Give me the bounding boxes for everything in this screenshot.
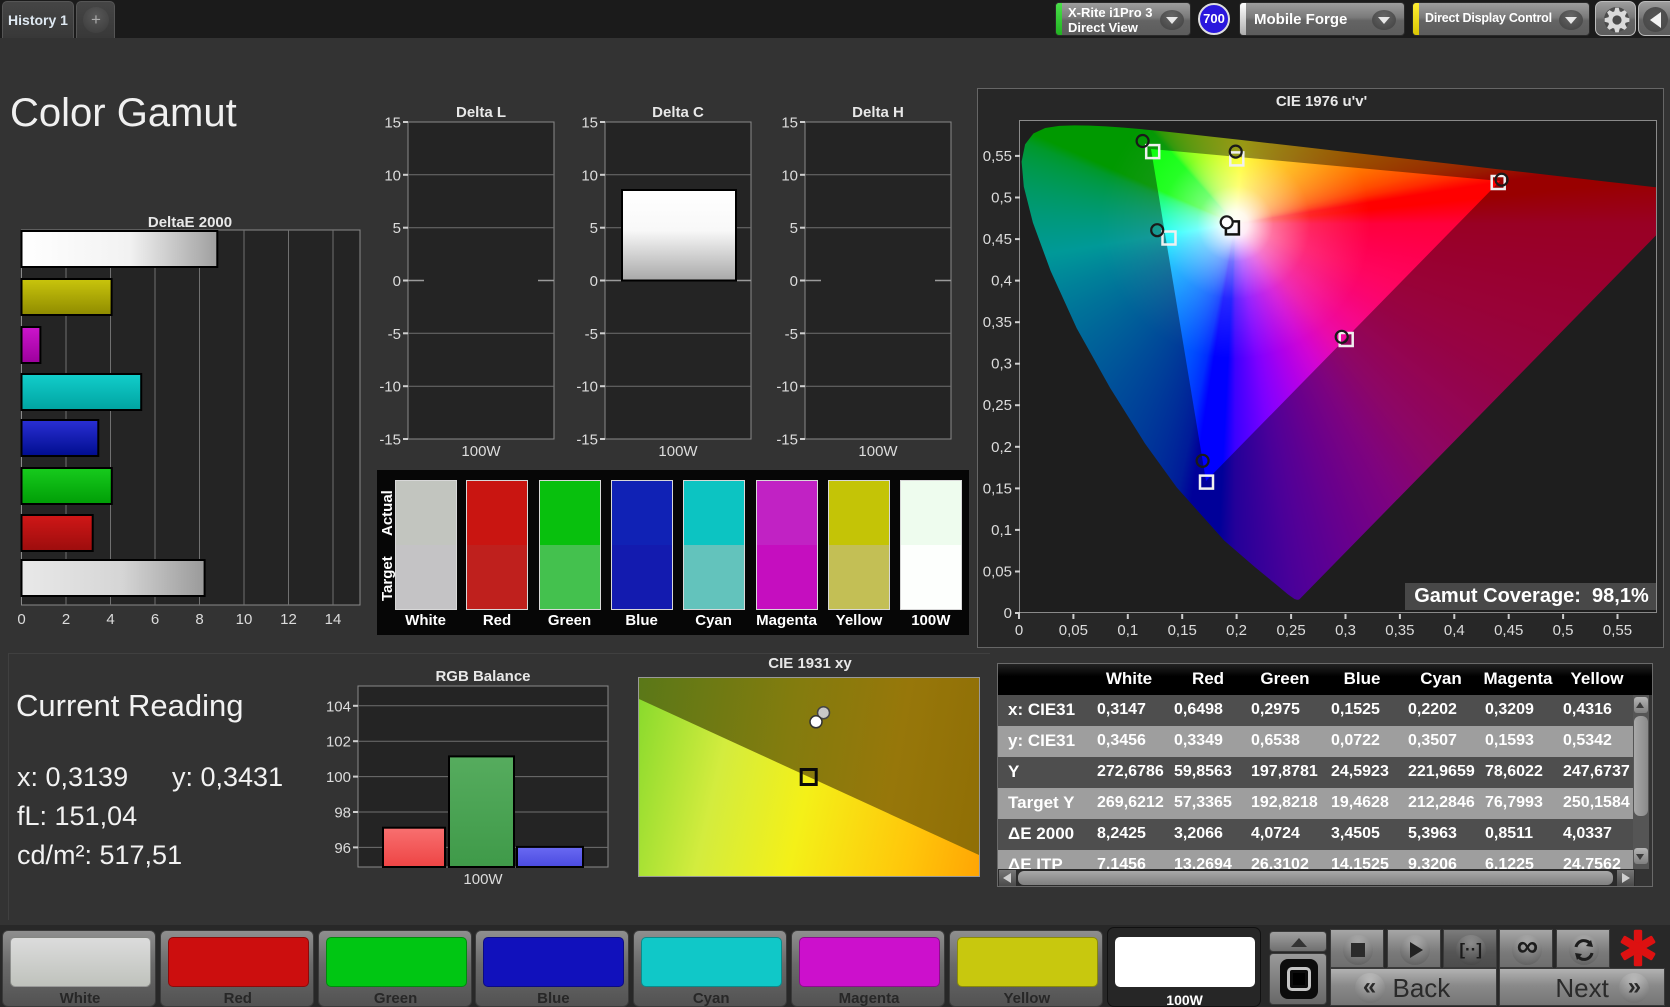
svg-text:Delta L: Delta L — [456, 104, 506, 121]
svg-text:10: 10 — [384, 167, 401, 184]
svg-text:104: 104 — [326, 698, 351, 715]
svg-text:10: 10 — [581, 167, 598, 184]
svg-text:0,35: 0,35 — [1385, 622, 1414, 639]
svg-text:-10: -10 — [576, 379, 598, 396]
svg-text:15: 15 — [781, 115, 798, 132]
svg-text:100: 100 — [326, 769, 351, 786]
svg-text:2: 2 — [62, 611, 70, 628]
svg-text:15: 15 — [581, 115, 598, 132]
svg-text:100W: 100W — [658, 443, 698, 460]
svg-text:0,15: 0,15 — [1168, 622, 1197, 639]
svg-text:0,25: 0,25 — [983, 397, 1012, 414]
svg-text:Delta H: Delta H — [852, 104, 904, 121]
svg-text:98: 98 — [334, 805, 351, 822]
svg-text:DeltaE 2000: DeltaE 2000 — [148, 214, 232, 231]
svg-text:102: 102 — [326, 734, 351, 751]
svg-text:0: 0 — [393, 273, 401, 290]
svg-text:6: 6 — [151, 611, 159, 628]
svg-text:96: 96 — [334, 840, 351, 857]
svg-text:0,5: 0,5 — [1553, 622, 1574, 639]
svg-text:0,3: 0,3 — [991, 356, 1012, 373]
svg-text:100W: 100W — [858, 443, 898, 460]
svg-text:0,55: 0,55 — [983, 148, 1012, 165]
svg-text:0,35: 0,35 — [983, 314, 1012, 331]
svg-text:10: 10 — [236, 611, 253, 628]
svg-text:-5: -5 — [585, 326, 598, 343]
svg-text:8: 8 — [195, 611, 203, 628]
svg-text:0,5: 0,5 — [991, 190, 1012, 207]
svg-text:0,55: 0,55 — [1603, 622, 1632, 639]
svg-text:0,15: 0,15 — [983, 480, 1012, 497]
svg-text:12: 12 — [280, 611, 297, 628]
svg-text:100W: 100W — [461, 443, 501, 460]
svg-text:0: 0 — [17, 611, 25, 628]
svg-text:0,4: 0,4 — [1444, 622, 1465, 639]
svg-text:0,25: 0,25 — [1276, 622, 1305, 639]
svg-text:-10: -10 — [776, 379, 798, 396]
svg-text:0,1: 0,1 — [991, 522, 1012, 539]
svg-text:0,4: 0,4 — [991, 273, 1012, 290]
svg-text:0,45: 0,45 — [1494, 622, 1523, 639]
svg-text:0,05: 0,05 — [983, 564, 1012, 581]
svg-text:0: 0 — [1004, 605, 1012, 622]
svg-text:0,2: 0,2 — [1226, 622, 1247, 639]
svg-text:0,3: 0,3 — [1335, 622, 1356, 639]
svg-text:RGB Balance: RGB Balance — [435, 668, 530, 685]
svg-text:0,2: 0,2 — [991, 439, 1012, 456]
svg-text:0,1: 0,1 — [1117, 622, 1138, 639]
svg-text:-10: -10 — [380, 379, 401, 396]
svg-text:0: 0 — [590, 273, 598, 290]
svg-text:-15: -15 — [776, 432, 798, 449]
svg-text:5: 5 — [393, 220, 401, 237]
svg-text:0: 0 — [790, 273, 798, 290]
svg-text:5: 5 — [590, 220, 598, 237]
svg-text:0,05: 0,05 — [1059, 622, 1088, 639]
svg-text:5: 5 — [790, 220, 798, 237]
svg-text:Delta C: Delta C — [652, 104, 704, 121]
svg-text:4: 4 — [106, 611, 114, 628]
svg-text:0: 0 — [1015, 622, 1023, 639]
svg-text:100W: 100W — [463, 871, 503, 888]
svg-text:0,45: 0,45 — [983, 231, 1012, 248]
svg-text:14: 14 — [325, 611, 342, 628]
svg-text:-15: -15 — [380, 432, 401, 449]
svg-text:-5: -5 — [785, 326, 798, 343]
svg-text:-5: -5 — [388, 326, 401, 343]
svg-text:15: 15 — [384, 115, 401, 132]
svg-text:-15: -15 — [576, 432, 598, 449]
svg-text:10: 10 — [781, 167, 798, 184]
